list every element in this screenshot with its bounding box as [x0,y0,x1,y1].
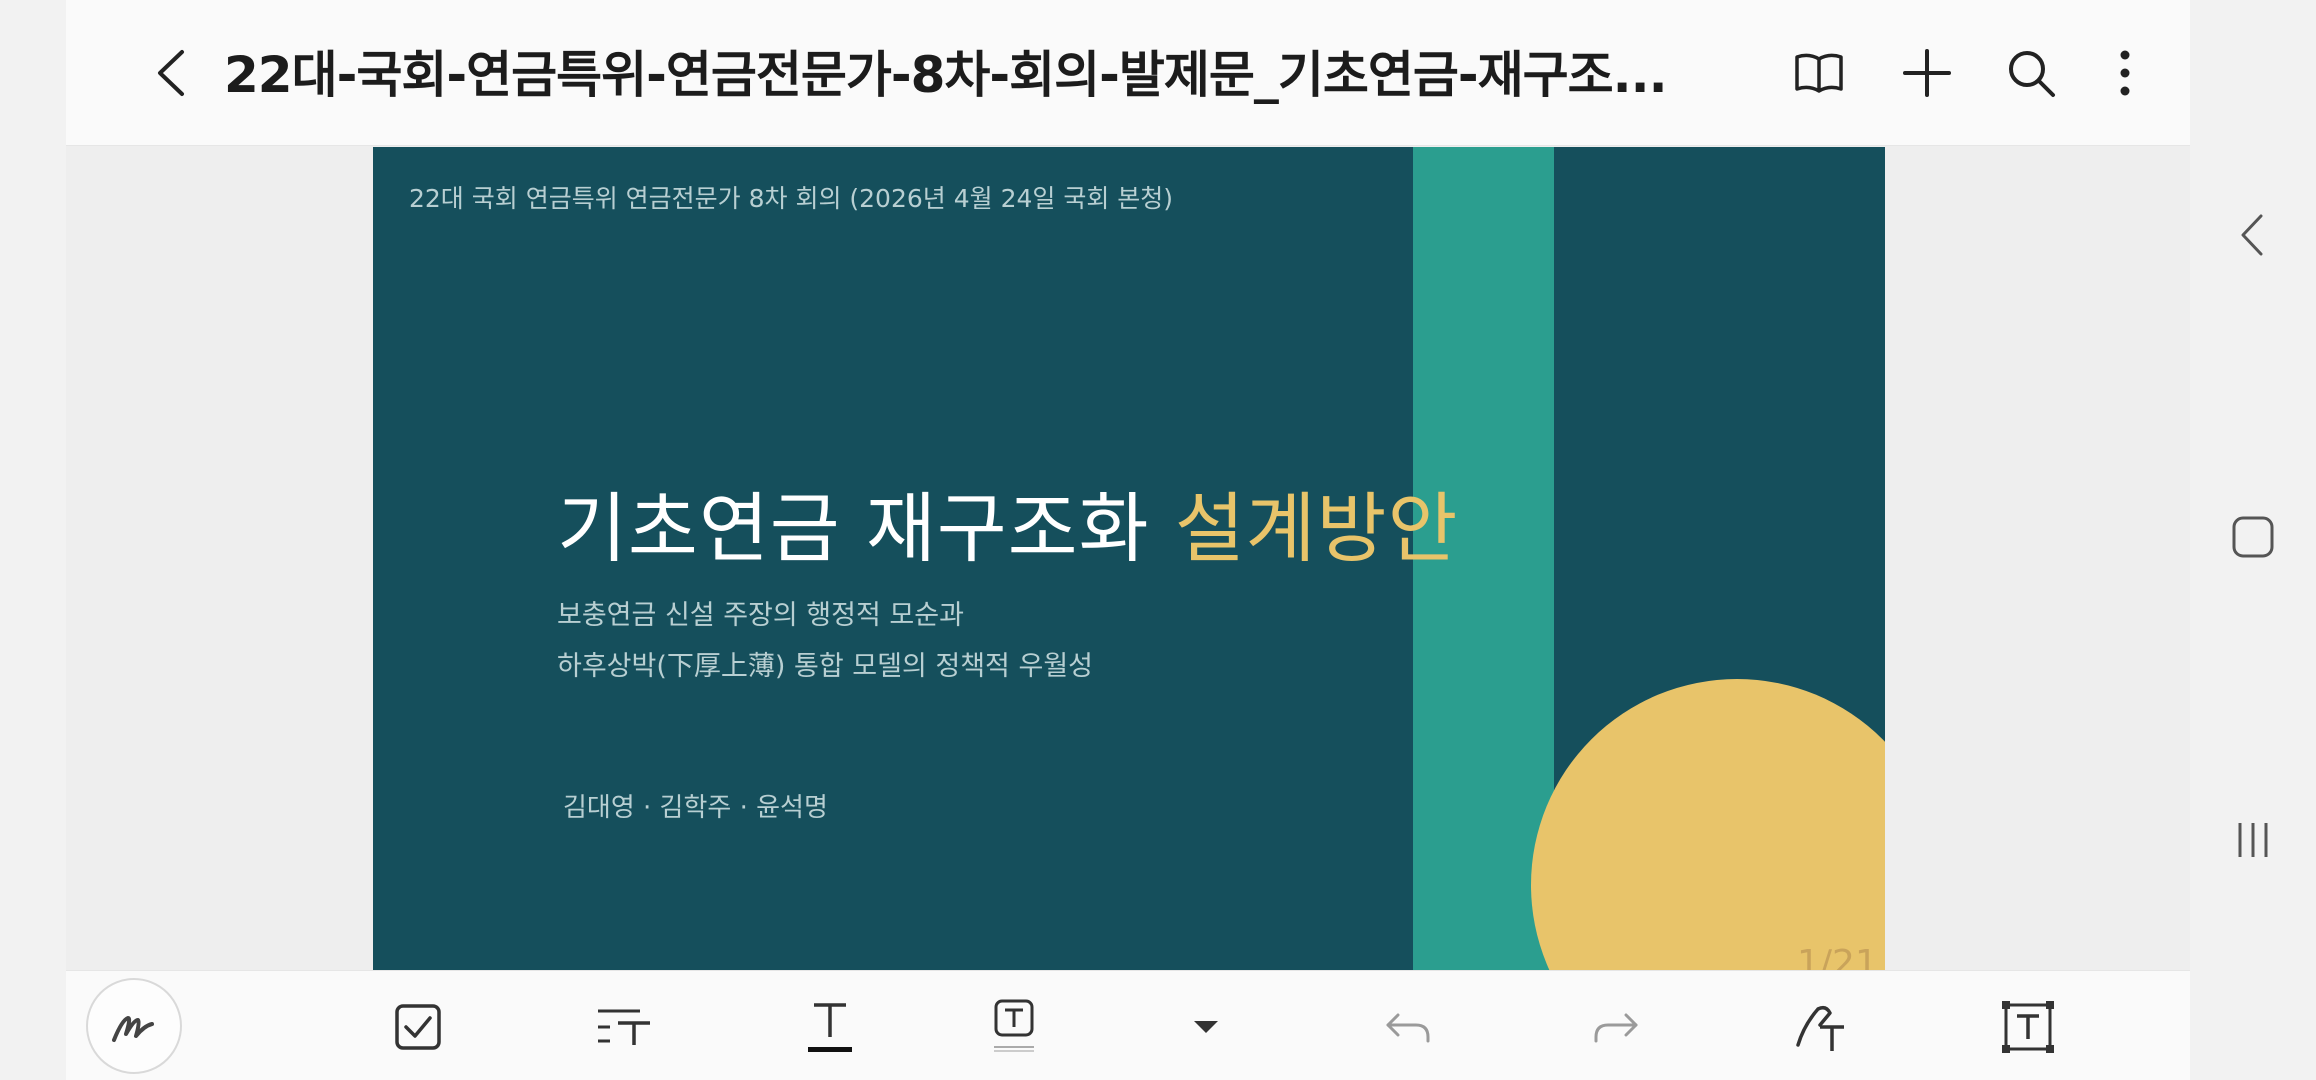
book-icon [1795,53,1843,93]
back-arrow-icon [2241,214,2263,256]
document-page[interactable]: 22대 국회 연금특위 연금전문가 8차 회의 (2026년 4월 24일 국회… [373,147,1885,970]
document-title: 22대-국회-연금특위-연금전문가-8차-회의-발제문_기초연금-재구조... [224,46,1668,104]
text-underline-tool-button[interactable] [788,985,872,1069]
undo-button[interactable] [1366,985,1450,1069]
annotation-toolbar [66,970,2190,1080]
back-button[interactable] [136,38,206,108]
decorative-yellow-circle [1531,679,1885,970]
pen-icon [112,1016,154,1042]
more-options-button[interactable] [2090,38,2160,108]
search-icon [2009,51,2055,97]
recents-icon [2238,823,2268,857]
text-frame-tool-button[interactable] [1986,985,2070,1069]
page-indicator: 1/21 [1797,943,1878,970]
text-underline-icon [808,1003,852,1052]
top-app-bar: 22대-국회-연금특위-연금전문가-8차-회의-발제문_기초연금-재구조... [66,0,2190,146]
system-recents-button[interactable] [2218,805,2288,875]
back-arrow-icon [158,50,184,96]
redo-button[interactable] [1574,985,1658,1069]
dropdown-icon [1194,1021,1218,1033]
toolbar-dropdown-button[interactable] [1164,985,1248,1069]
pdf-viewer-app: 22대-국회-연금특위-연금전문가-8차-회의-발제문_기초연금-재구조... [66,0,2190,1080]
slide-title: 기초연금 재구조화 설계방안 [557,467,1458,577]
redo-icon [1594,1013,1638,1043]
slide-title-main: 기초연금 재구조화 [557,484,1150,573]
text-box-tool-button[interactable] [972,985,1056,1069]
checkbox-icon [395,1004,441,1050]
text-lines-tool-button[interactable] [582,985,666,1069]
home-square-icon [2232,516,2274,558]
system-navigation-bar [2190,0,2316,1080]
system-back-button[interactable] [2218,200,2288,270]
pen-tool-button[interactable] [86,978,182,1074]
signature-icon [1796,1005,1844,1051]
meeting-info-text: 22대 국회 연금특위 연금전문가 8차 회의 (2026년 4월 24일 국회… [409,184,1174,213]
system-home-button[interactable] [2218,502,2288,572]
slide-authors: 김대영 · 김학주 · 윤석명 [563,793,828,823]
checkbox-tool-button[interactable] [376,985,460,1069]
text-box-icon [994,999,1034,1052]
search-button[interactable] [1996,38,2066,108]
undo-icon [1386,1013,1430,1043]
reading-mode-button[interactable] [1784,38,1854,108]
plus-icon [1903,49,1951,97]
text-frame-icon [2002,1001,2054,1053]
slide-title-highlight: 설계방안 [1174,484,1459,573]
text-lines-icon [598,1009,650,1045]
add-button[interactable] [1892,38,1962,108]
slide-subtitle-line2: 하후상박(下厚上薄) 통합 모델의 정책적 우월성 [557,651,1093,682]
more-vertical-icon [2120,50,2130,96]
signature-tool-button[interactable] [1778,985,1862,1069]
slide-subtitle-line1: 보충연금 신설 주장의 행정적 모순과 [557,600,964,631]
